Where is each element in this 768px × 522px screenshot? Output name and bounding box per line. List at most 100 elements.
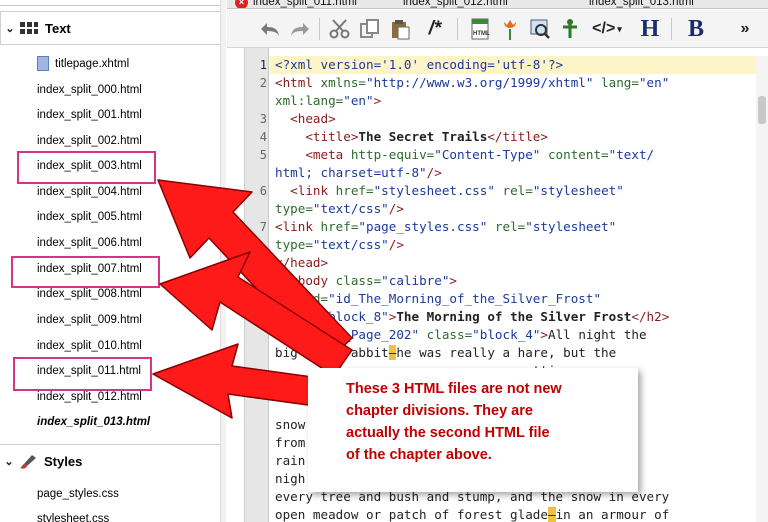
styles-group-label: Styles [44, 454, 83, 469]
code-token: "text/css" [312, 237, 389, 252]
file-item[interactable]: index_split_001.html [37, 107, 142, 123]
code-token: "stylesheet" [525, 219, 617, 234]
code-token: xmlns= [320, 75, 367, 90]
heading-button[interactable]: H [637, 15, 663, 43]
code-line[interactable]: <meta http-equiv="Content-Type" content=… [275, 146, 654, 164]
code-token: /> [388, 201, 404, 216]
editor-scroll-thumb[interactable] [758, 96, 766, 124]
chevron-down-icon[interactable]: ⌄ [0, 455, 18, 468]
code-line[interactable]: <link href="stylesheet.css" rel="stylesh… [275, 182, 624, 200]
file-item[interactable]: index_split_010.html [37, 338, 142, 354]
code-line[interactable]: class="block_8">The Morning of the Silve… [275, 308, 669, 326]
code-token: "en" [343, 93, 374, 108]
bold-button[interactable]: B [683, 15, 709, 43]
insert-link-button[interactable] [557, 15, 583, 43]
code-line[interactable]: <?xml version='1.0' encoding='utf-8'?> [275, 56, 563, 74]
editor-scrollbar[interactable] [756, 56, 768, 522]
code-token: http-equiv= [350, 147, 435, 162]
code-line[interactable]: <p id="id_Page_202" class="block_4">All … [275, 326, 647, 344]
code-line[interactable]: <body class="calibre"> [275, 272, 457, 290]
code-line[interactable]: type="text/css"/> [275, 200, 404, 218]
file-item[interactable]: index_split_012.html [37, 389, 142, 405]
code-line[interactable]: xml:lang="en"> [275, 92, 381, 110]
copy-icon [360, 19, 379, 38]
html-view-button[interactable]: HTML [467, 15, 493, 43]
code-line[interactable]: open meadow or patch of forest glade—in … [275, 506, 669, 522]
code-line[interactable]: </head> [275, 254, 328, 272]
code-token: The Secret Trails [358, 129, 488, 144]
code-line[interactable]: <h2 id="id_The_Morning_of_the_Silver_Fro… [275, 290, 601, 308]
text-group-header[interactable]: ⌄ Text [0, 11, 223, 45]
file-item-current[interactable]: index_split_013.html [37, 414, 150, 430]
code-line[interactable]: <link href="page_styles.css" rel="styles… [275, 218, 616, 236]
code-menu-button[interactable]: </> ▾ [589, 15, 625, 43]
file-item-css[interactable]: page_styles.css [37, 486, 119, 502]
code-line[interactable]: <html xmlns="http://www.w3.org/1999/xhtm… [275, 74, 669, 92]
code-line[interactable]: <head> [275, 110, 336, 128]
close-icon[interactable]: × [235, 0, 248, 8]
code-token: </title> [487, 129, 548, 144]
line-number: 5 [259, 148, 267, 162]
text-folder-icon [20, 22, 38, 34]
code-token: — [547, 507, 556, 522]
chevron-down-icon: ▾ [617, 23, 622, 34]
file-item[interactable]: index_split_006.html [37, 235, 142, 251]
file-item[interactable]: index_split_000.html [37, 82, 142, 98]
file-item[interactable]: index_split_008.html [37, 286, 142, 302]
code-token: xml:lang= [275, 93, 344, 108]
code-token: "page_styles.css" [358, 219, 488, 234]
code-token: rel= [494, 183, 533, 198]
code-token: id= [297, 327, 321, 342]
find-image-button[interactable] [527, 15, 553, 43]
redo-icon [291, 23, 309, 36]
file-item[interactable]: index_split_004.html [37, 184, 142, 200]
code-line[interactable]: big buck rabbit—he was really a hare, bu… [275, 344, 616, 362]
file-item[interactable]: index_split_009.html [37, 312, 142, 328]
toolbar-overflow-button[interactable]: » [735, 15, 755, 43]
comment-tag-button[interactable]: /* [421, 15, 449, 43]
cut-button[interactable] [327, 15, 353, 43]
code-token: type= [275, 201, 313, 216]
copy-button[interactable] [357, 15, 383, 43]
code-token: "stylesheet.css" [373, 183, 495, 198]
xhtml-file-icon [37, 56, 49, 71]
callout-line: actually the second HTML file [346, 425, 550, 441]
chevron-down-icon[interactable]: ⌄ [1, 22, 19, 35]
undo-button[interactable] [257, 15, 283, 43]
tab-index-split-011[interactable]: × index_split_011.html [235, 0, 357, 8]
code-token: "block_4" [472, 327, 541, 342]
scissors-icon [329, 19, 350, 39]
tab-label: index_split_011.html [253, 0, 357, 8]
file-item-titlepage[interactable]: titlepage.xhtml [55, 56, 129, 72]
html-file-icon: HTML [471, 18, 490, 40]
code-token: <link [275, 219, 321, 234]
file-item[interactable]: index_split_005.html [37, 209, 142, 225]
line-number: 2 [259, 76, 267, 90]
browser-scrollbar[interactable] [220, 0, 226, 522]
code-token: <html [275, 75, 321, 90]
file-item-css[interactable]: stylesheet.css [37, 511, 109, 522]
highlight-box-index-split-011 [13, 357, 152, 391]
code-token: "http://www.w3.org/1999/xhtml" [366, 75, 594, 90]
styles-group-header[interactable]: ⌄ Styles [0, 444, 226, 478]
code-token: <meta [275, 147, 351, 162]
code-token: > [540, 327, 548, 342]
paste-button[interactable] [387, 15, 413, 43]
code-token: class= [335, 273, 382, 288]
code-token: in an armour of [555, 507, 670, 522]
redo-button[interactable] [287, 15, 313, 43]
code-token: </h2> [631, 309, 670, 324]
code-token: /> [388, 237, 404, 252]
code-line[interactable]: <title>The Secret Trails</title> [275, 128, 548, 146]
code-token: "stylesheet" [532, 183, 624, 198]
tab-index-split-013[interactable]: index_split_013.html [589, 0, 694, 8]
code-token: big buck rabbit [275, 345, 389, 360]
tab-index-split-012[interactable]: index_split_012.html [403, 0, 508, 8]
line-number: 9 [259, 274, 267, 288]
highlight-box-index-split-003 [17, 151, 156, 184]
code-token: "block_8" [320, 309, 389, 324]
code-line[interactable]: type="text/css"/> [275, 236, 404, 254]
insert-image-button[interactable] [497, 15, 523, 43]
code-line[interactable]: html; charset=utf-8"/> [275, 164, 442, 182]
file-item[interactable]: index_split_002.html [37, 133, 142, 149]
